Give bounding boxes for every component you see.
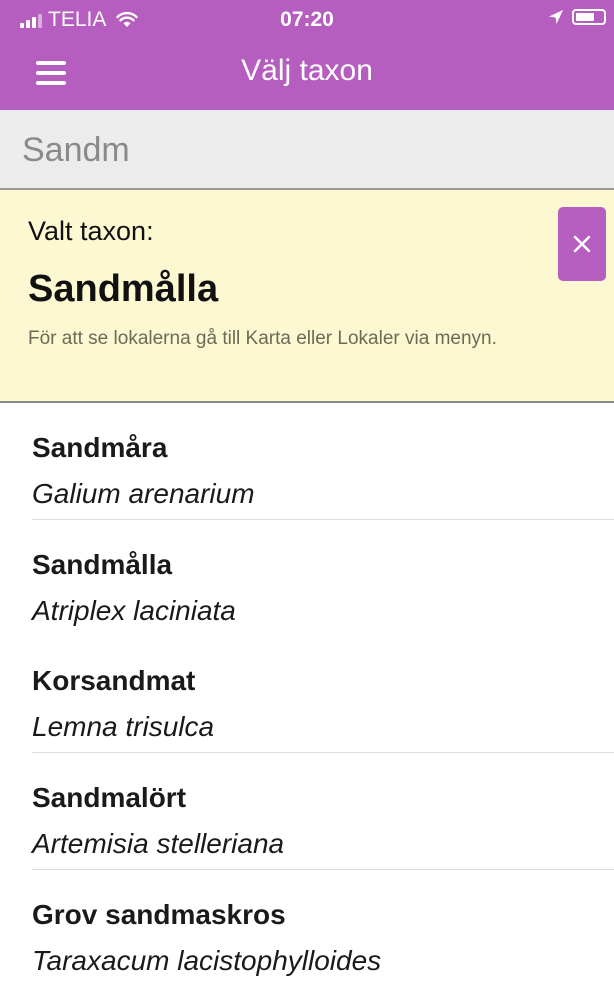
selected-taxon-hint: För att se lokalerna gå till Karta eller…: [28, 328, 497, 349]
status-time: 07:20: [280, 8, 334, 31]
status-right: [548, 9, 606, 25]
selected-taxon-label: Valt taxon:: [28, 216, 154, 246]
list-item-latin-name: Galium arenarium: [32, 478, 255, 509]
list-item-common-name: Korsandmat: [32, 665, 196, 696]
list-item-latin-name: Artemisia stelleriana: [32, 828, 285, 859]
clear-selection-button[interactable]: [558, 207, 606, 281]
list-item-common-name: Sandmålla: [32, 549, 173, 580]
selected-taxon-panel: Valt taxon: Sandmålla För att se lokaler…: [0, 190, 614, 403]
page-title: Välj taxon: [241, 54, 373, 87]
list-item[interactable]: Korsandmat Lemna trisulca: [32, 636, 614, 753]
list-item[interactable]: Sandmålla Atriplex laciniata: [32, 520, 614, 636]
close-icon: [573, 235, 591, 253]
search-input[interactable]: [22, 128, 592, 172]
search-bar: [0, 110, 614, 190]
list-item-common-name: Grov sandmaskros: [32, 899, 286, 930]
list-item[interactable]: Sandmåra Galium arenarium: [32, 403, 614, 520]
list-item-common-name: Sandmåra: [32, 432, 168, 463]
results-list: Sandmåra Galium arenarium Sandmålla Atri…: [0, 403, 614, 986]
nav-bar: Välj taxon: [0, 40, 614, 110]
list-item[interactable]: Grov sandmaskros Taraxacum lacistophyllo…: [32, 870, 614, 986]
list-item-latin-name: Lemna trisulca: [32, 711, 215, 742]
status-bar: TELIA 07:20: [0, 0, 614, 40]
list-item-latin-name: Taraxacum lacistophylloides: [32, 945, 382, 976]
location-arrow-icon: [549, 10, 563, 24]
list-item-latin-name: Atriplex laciniata: [32, 595, 236, 626]
selected-taxon-name: Sandmålla: [28, 268, 219, 310]
list-item[interactable]: Sandmalört Artemisia stelleriana: [32, 753, 614, 870]
list-item-common-name: Sandmalört: [32, 782, 187, 813]
battery-icon: [572, 9, 606, 25]
app-header: TELIA 07:20 Välj taxon: [0, 0, 614, 110]
